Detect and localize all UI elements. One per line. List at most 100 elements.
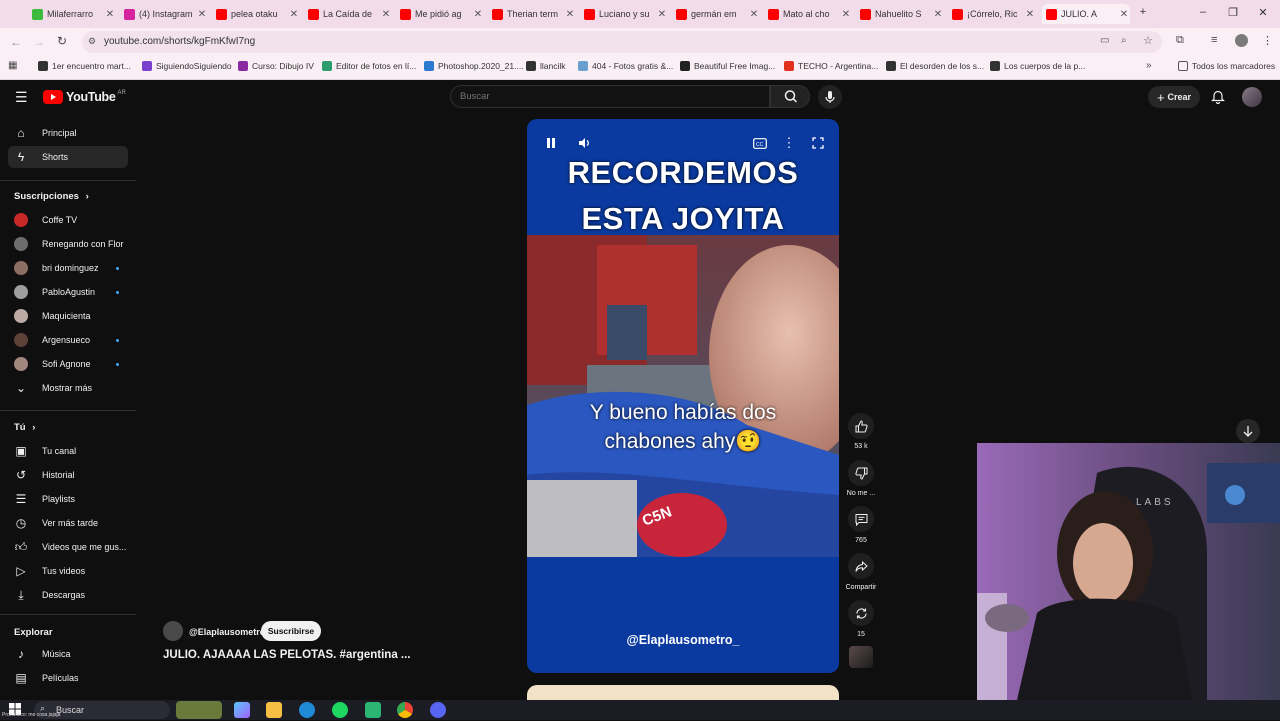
browser-tab[interactable]: Mato al cho ✕ (764, 4, 852, 24)
youtube-logo[interactable]: YouTube AR (43, 90, 126, 104)
channel-handle[interactable]: @Elaplausometro (189, 627, 265, 637)
volume-button[interactable] (575, 133, 595, 153)
browser-tab[interactable]: ¡Córrelo, Ric ✕ (948, 4, 1036, 24)
like-button[interactable] (848, 413, 874, 439)
tab-close-icon[interactable]: ✕ (932, 9, 944, 20)
sidebar-subscription-item[interactable]: Coffe TV (8, 209, 128, 231)
minimize-window-icon[interactable]: – (1196, 6, 1210, 18)
sidebar-item-descargas[interactable]: ⤓ Descargas (8, 584, 128, 606)
taskbar-weather-widget[interactable]: Pronóstico: me cosa jajaja (2, 712, 60, 718)
bookmark-item[interactable]: Curso: Dibujo IV (238, 61, 314, 71)
bookmark-item[interactable]: 1er encuentro mart... (38, 61, 131, 71)
voice-search-button[interactable] (818, 85, 842, 109)
profile-avatar[interactable] (1235, 34, 1248, 47)
sidebar-item-tu-canal[interactable]: ▣ Tu canal (8, 440, 128, 462)
show-more-button[interactable]: ⌄ Mostrar más (8, 377, 128, 399)
browser-tab[interactable]: pelea otaku ✕ (212, 4, 300, 24)
sidebar-item-shorts[interactable]: ϟ Shorts (8, 146, 128, 168)
browser-tab[interactable]: Nahuelito S ✕ (856, 4, 944, 24)
remix-button[interactable] (848, 600, 874, 626)
comments-button[interactable] (848, 506, 874, 532)
sidebar-item-videos-que-me-gus[interactable]: 👍︎ Videos que me gus... (8, 536, 128, 558)
sidebar-item-playlists[interactable]: ☰ Playlists (8, 488, 128, 510)
tab-close-icon[interactable]: ✕ (564, 9, 576, 20)
create-button[interactable]: + Crear (1148, 86, 1200, 108)
fullscreen-button[interactable] (808, 133, 828, 153)
bookmark-item[interactable]: Beautiful Free Imag... (680, 61, 775, 71)
next-short-button[interactable] (1236, 419, 1260, 443)
tab-close-icon[interactable]: ✕ (840, 9, 852, 20)
subscribe-button[interactable]: Suscribirse (261, 621, 321, 641)
pause-button[interactable] (541, 133, 561, 153)
copilot-icon[interactable] (234, 702, 250, 718)
bookmark-star-icon[interactable]: ☆ (1143, 34, 1153, 47)
tab-close-icon[interactable]: ✕ (748, 9, 760, 20)
sidebar-item-m-sica[interactable]: ♪ Música (8, 643, 128, 665)
bookmark-item[interactable]: Los cuerpos de la p... (990, 61, 1085, 71)
sidebar-subscription-item[interactable]: Renegando con Flor (8, 233, 128, 255)
sidebar-item-ver-m-s-tarde[interactable]: ◷ Ver más tarde (8, 512, 128, 534)
search-input[interactable] (450, 85, 770, 108)
sidebar-subscription-item[interactable]: PabloAgustin (8, 281, 128, 303)
tab-close-icon[interactable]: ✕ (656, 9, 668, 20)
extensions-icon[interactable]: ⧉ (1176, 34, 1184, 47)
account-avatar[interactable] (1242, 87, 1262, 107)
url-text[interactable]: youtube.com/shorts/kgFmKfwI7ng (104, 36, 255, 47)
captions-button[interactable]: CC (750, 133, 770, 153)
share-button[interactable] (848, 553, 874, 579)
bookmark-item[interactable]: Editor de fotos en lí... (322, 61, 416, 71)
tab-close-icon[interactable]: ✕ (196, 9, 208, 20)
chrome-icon[interactable] (397, 702, 413, 718)
file-explorer-icon[interactable] (266, 702, 282, 718)
more-bookmarks-icon[interactable]: » (1146, 60, 1152, 71)
install-app-icon[interactable]: ▭ (1100, 35, 1109, 46)
restore-window-icon[interactable]: ❐ (1226, 6, 1240, 19)
notifications-bell-icon[interactable] (1211, 89, 1225, 109)
media-controls-icon[interactable]: ≡ (1211, 34, 1217, 46)
sidebar-item-tus-videos[interactable]: ▷ Tus videos (8, 560, 128, 582)
next-short-preview[interactable] (527, 685, 839, 700)
sound-thumbnail[interactable] (849, 646, 873, 668)
bookmark-item[interactable]: Photoshop.2020_21.... (424, 61, 524, 71)
browser-tab[interactable]: La Caída de ✕ (304, 4, 392, 24)
browser-tab[interactable]: Me pidió ag ✕ (396, 4, 484, 24)
close-window-icon[interactable]: ✕ (1256, 6, 1270, 19)
apps-grid-icon[interactable]: ▦ (8, 60, 17, 71)
tab-close-icon[interactable]: ✕ (380, 9, 392, 20)
forward-icon[interactable]: → (33, 35, 45, 49)
new-tab-button[interactable]: + (1136, 6, 1150, 18)
sidebar-item-pel-culas[interactable]: ▤ Películas (8, 667, 128, 689)
all-bookmarks-folder[interactable]: Todos los marcadores (1178, 61, 1275, 71)
tab-close-icon[interactable]: ✕ (472, 9, 484, 20)
search-button[interactable] (770, 85, 810, 108)
sidebar-item-principal[interactable]: ⌂ Principal (8, 122, 128, 144)
site-info-icon[interactable]: ⚙ (88, 36, 96, 47)
subscriptions-heading[interactable]: Suscripciones › (14, 191, 89, 202)
tab-close-icon[interactable]: ✕ (1024, 9, 1036, 20)
browser-tab[interactable]: Therian term ✕ (488, 4, 576, 24)
reload-icon[interactable]: ↻ (57, 34, 67, 48)
guide-menu-icon[interactable]: ☰ (15, 89, 28, 106)
tab-close-icon[interactable]: ✕ (288, 9, 300, 20)
short-title[interactable]: JULIO. AJAAAA LAS PELOTAS. #argentina ..… (163, 649, 411, 661)
discord-icon[interactable] (430, 702, 446, 718)
back-icon[interactable]: ← (10, 35, 22, 49)
bookmark-item[interactable]: llancilk (526, 61, 566, 71)
sidebar-subscription-item[interactable]: Argensueco (8, 329, 128, 351)
browser-tab[interactable]: (4) Instagram ✕ (120, 4, 208, 24)
taskbar-widget-thumbnail[interactable] (176, 701, 222, 719)
you-heading[interactable]: Tú › (14, 422, 35, 433)
browser-menu-icon[interactable]: ⋮ (1262, 34, 1273, 47)
zoom-icon[interactable]: ⌕ (1121, 35, 1127, 46)
sidebar-subscription-item[interactable]: Maquicienta (8, 305, 128, 327)
dislike-button[interactable] (848, 460, 874, 486)
edge-icon[interactable] (299, 702, 315, 718)
player-more-icon[interactable]: ⋮ (779, 133, 799, 153)
bookmark-item[interactable]: SiguiendoSiguiendo (142, 61, 232, 71)
sidebar-subscription-item[interactable]: Sofi Agnone (8, 353, 128, 375)
browser-tab[interactable]: germán em ✕ (672, 4, 760, 24)
channel-avatar[interactable] (163, 621, 183, 641)
bookmark-item[interactable]: El desorden de los s... (886, 61, 984, 71)
bookmark-item[interactable]: TECHO - Argentina... (784, 61, 878, 71)
browser-tab[interactable]: JULIO. A ✕ (1042, 4, 1130, 24)
